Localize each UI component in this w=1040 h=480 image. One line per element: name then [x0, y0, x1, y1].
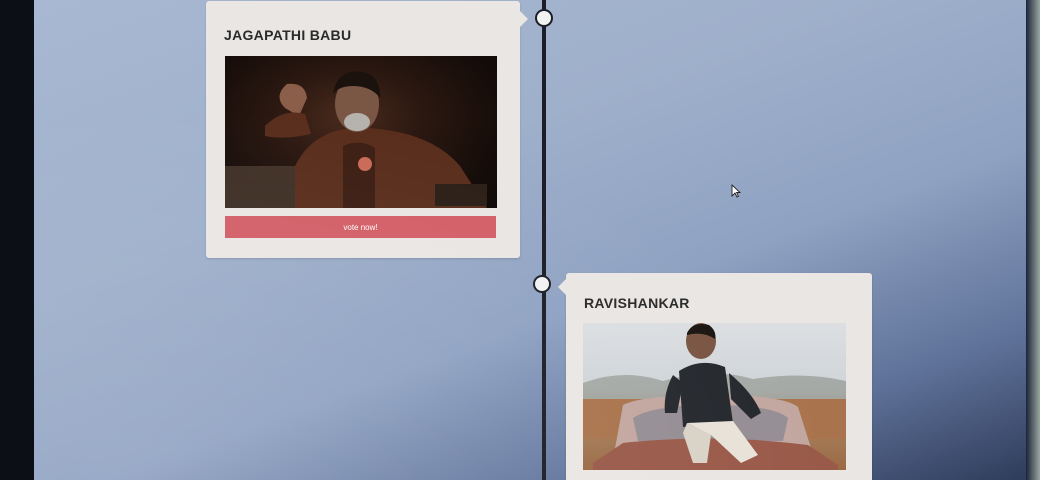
monitor-bezel [1026, 0, 1040, 480]
mouse-pointer-icon [731, 183, 742, 203]
timeline-dot [535, 9, 553, 27]
timeline-card: JAGAPATHI BABU vote now! [206, 1, 528, 258]
timeline-card: RAVISHANKAR [558, 273, 872, 480]
timeline-line [542, 0, 546, 480]
card-title: JAGAPATHI BABU [224, 27, 352, 43]
vote-button[interactable]: vote now! [225, 216, 496, 238]
timeline-dot [533, 275, 551, 293]
card-title: RAVISHANKAR [584, 295, 690, 311]
photo-figure [583, 323, 846, 470]
candidate-photo [583, 323, 846, 470]
screen-area: JAGAPATHI BABU vote now! RAVISHANKAR [34, 0, 1034, 480]
candidate-photo [225, 56, 497, 208]
photo-figure [225, 71, 487, 208]
